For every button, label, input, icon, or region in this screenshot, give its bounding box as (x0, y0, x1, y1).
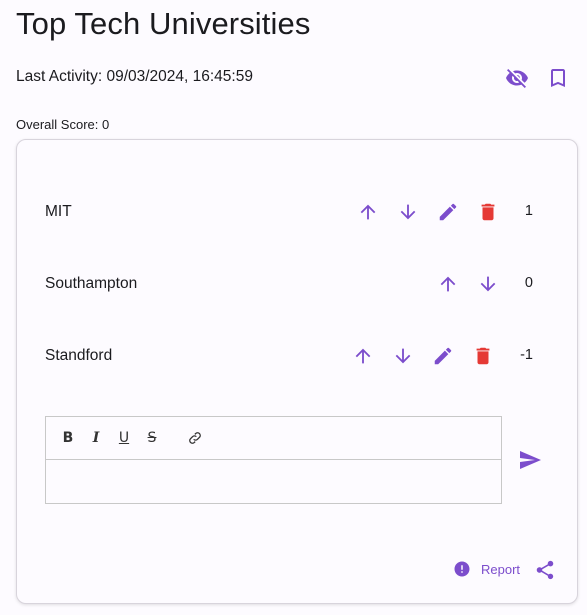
arrow-up-icon (440, 276, 456, 292)
edit-button[interactable] (429, 342, 457, 370)
downvote-button[interactable] (389, 342, 417, 370)
arrow-down-icon (400, 204, 416, 220)
report-label: Report (481, 561, 521, 577)
item-name: Standford (45, 347, 113, 364)
downvote-button[interactable] (474, 270, 502, 298)
item-name: Southampton (45, 275, 138, 292)
delete-button[interactable] (469, 342, 497, 370)
item-score: 1 (524, 203, 533, 219)
list-item: Standford -1 (17, 338, 577, 374)
upvote-button[interactable] (354, 198, 382, 226)
comment-input[interactable] (46, 461, 501, 503)
pencil-icon (434, 347, 452, 365)
list-item: MIT 1 (17, 194, 577, 230)
delete-button[interactable] (474, 198, 502, 226)
pencil-icon (439, 203, 457, 221)
italic-button[interactable]: I (87, 429, 105, 447)
visibility-off-icon (506, 69, 528, 88)
report-button[interactable]: Report (453, 560, 520, 578)
share-button[interactable] (533, 558, 557, 582)
trash-icon (481, 203, 495, 221)
item-score: -1 (520, 347, 533, 363)
page-title: Top Tech Universities (16, 6, 311, 41)
link-icon (189, 432, 201, 444)
comment-editor: B I U S (45, 416, 502, 504)
hide-button[interactable] (504, 65, 530, 91)
edit-button[interactable] (434, 198, 462, 226)
bold-button[interactable]: B (59, 429, 77, 447)
trash-icon (476, 347, 490, 365)
send-button[interactable] (515, 445, 545, 475)
editor-toolbar: B I U S (46, 417, 501, 460)
item-name: MIT (45, 203, 72, 220)
strikethrough-button[interactable]: S (143, 429, 161, 447)
list-card: MIT 1 Southampton 0 Standford -1 B I U S… (16, 139, 578, 604)
bookmark-icon (551, 69, 565, 87)
downvote-button[interactable] (394, 198, 422, 226)
upvote-button[interactable] (434, 270, 462, 298)
overall-score: Overall Score: 0 (16, 117, 110, 132)
arrow-down-icon (480, 276, 496, 292)
share-icon (536, 560, 554, 580)
link-button[interactable] (186, 429, 204, 447)
send-icon (520, 451, 541, 469)
bookmark-button[interactable] (545, 65, 571, 91)
upvote-button[interactable] (349, 342, 377, 370)
alert-circle-icon (454, 561, 470, 577)
list-item: Southampton 0 (17, 266, 577, 302)
arrow-down-icon (395, 348, 411, 364)
item-score: 0 (524, 275, 533, 291)
underline-button[interactable]: U (115, 429, 133, 447)
arrow-up-icon (360, 204, 376, 220)
last-activity: Last Activity: 09/03/2024, 16:45:59 (16, 68, 253, 85)
arrow-up-icon (355, 348, 371, 364)
